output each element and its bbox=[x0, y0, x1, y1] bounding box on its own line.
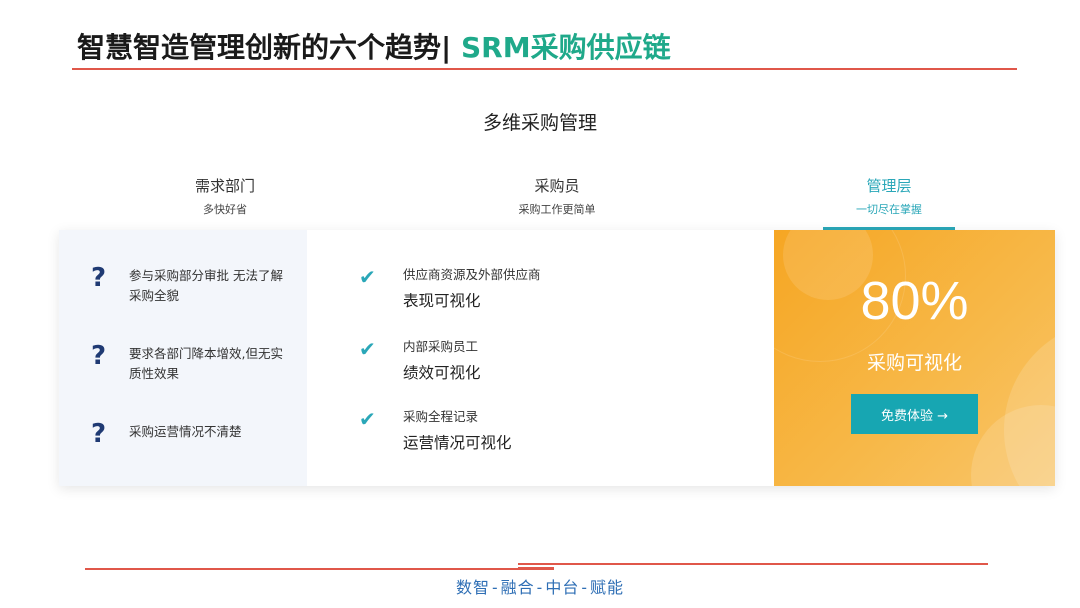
feature-title: 表现可视化 bbox=[403, 292, 481, 310]
pain-point-text: 要求各部门降本增效,但无实质性效果 bbox=[129, 346, 283, 381]
footer-divider-tab bbox=[518, 567, 554, 570]
feature-item: ✔ 供应商资源及外部供应商 表现可视化 bbox=[359, 264, 541, 311]
free-trial-button[interactable]: 免费体验 → bbox=[851, 394, 978, 434]
tab-demand-department[interactable]: 需求部门 多快好省 bbox=[125, 175, 325, 217]
tab-subtitle: 采购工作更简单 bbox=[518, 203, 596, 216]
question-icon: ? bbox=[91, 263, 107, 293]
pain-point-item: ? 参与采购部分审批 无法了解采购全貌 bbox=[91, 264, 289, 306]
slide-title-main: 智慧智造管理创新的六个趋势| bbox=[77, 31, 452, 64]
tab-label: 需求部门 bbox=[194, 177, 255, 195]
footer-slogan: 数智-融合-中台-赋能 bbox=[456, 578, 624, 597]
highlight-panel: 80% 采购可视化 免费体验 → bbox=[774, 230, 1055, 486]
pain-point-text: 采购运营情况不清楚 bbox=[129, 424, 242, 439]
decorative-circle bbox=[971, 405, 1055, 486]
feature-subtitle: 内部采购员工 bbox=[403, 339, 479, 354]
tab-label: 采购员 bbox=[534, 177, 580, 195]
feature-item: ✔ 内部采购员工 绩效可视化 bbox=[359, 336, 481, 383]
section-heading: 多维采购管理 bbox=[482, 112, 597, 134]
slide-title-accent: SRM采购供应链 bbox=[451, 31, 671, 64]
footer-divider bbox=[85, 568, 520, 570]
highlight-label: 采购可视化 bbox=[866, 352, 962, 374]
question-icon: ? bbox=[91, 419, 107, 449]
feature-item: ✔ 采购全程记录 运营情况可视化 bbox=[359, 406, 512, 453]
pain-point-item: ? 要求各部门降本增效,但无实质性效果 bbox=[91, 342, 289, 384]
content-card: ? 参与采购部分审批 无法了解采购全貌 ? 要求各部门降本增效,但无实质性效果 … bbox=[59, 230, 1055, 486]
feature-title: 绩效可视化 bbox=[403, 364, 481, 382]
title-divider bbox=[72, 68, 1017, 70]
pain-point-text: 参与采购部分审批 无法了解采购全貌 bbox=[129, 268, 283, 303]
slide-title: 智慧智造管理创新的六个趋势| SRM采购供应链 bbox=[77, 26, 671, 66]
check-icon: ✔ bbox=[359, 407, 376, 431]
highlight-percent: 80% bbox=[860, 271, 969, 331]
footer-divider bbox=[518, 563, 988, 565]
pain-point-item: ? 采购运营情况不清楚 bbox=[91, 420, 289, 448]
tab-subtitle: 多快好省 bbox=[203, 203, 247, 216]
tab-subtitle: 一切尽在掌握 bbox=[856, 203, 922, 216]
pain-points-panel: ? 参与采购部分审批 无法了解采购全貌 ? 要求各部门降本增效,但无实质性效果 … bbox=[59, 230, 307, 486]
check-icon: ✔ bbox=[359, 337, 376, 361]
feature-title: 运营情况可视化 bbox=[403, 434, 512, 452]
feature-subtitle: 采购全程记录 bbox=[403, 409, 479, 424]
feature-subtitle: 供应商资源及外部供应商 bbox=[403, 267, 541, 282]
tab-buyer[interactable]: 采购员 采购工作更简单 bbox=[457, 175, 657, 217]
features-panel: ✔ 供应商资源及外部供应商 表现可视化 ✔ 内部采购员工 绩效可视化 ✔ 采购全… bbox=[307, 230, 774, 486]
check-icon: ✔ bbox=[359, 265, 376, 289]
tab-label: 管理层 bbox=[866, 177, 912, 195]
tab-management[interactable]: 管理层 一切尽在掌握 bbox=[789, 175, 989, 217]
question-icon: ? bbox=[91, 341, 107, 371]
